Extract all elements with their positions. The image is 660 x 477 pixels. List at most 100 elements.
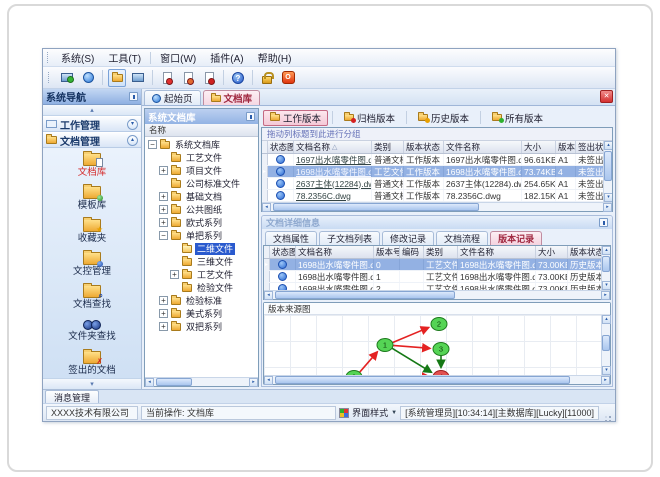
history-version-button[interactable]: 历史版本 xyxy=(411,110,476,126)
scroll-thumb[interactable] xyxy=(602,334,610,352)
version-node[interactable]: 1 xyxy=(376,338,394,352)
vertical-scrollbar[interactable] xyxy=(601,315,611,375)
table-row[interactable]: 1698出水嘴零件图.dwg1工艺文件1698出水嘴零件图.dwg73.00KB… xyxy=(264,271,601,283)
tree-item[interactable]: − 系统文档库 xyxy=(145,138,258,151)
workspace-monitor-icon[interactable] xyxy=(58,69,76,87)
resize-grip[interactable] xyxy=(602,407,612,419)
scroll-down-icon[interactable] xyxy=(602,281,610,290)
expand-icon[interactable]: + xyxy=(170,270,179,279)
column-header[interactable]: 文件名称 xyxy=(444,141,522,153)
column-header[interactable]: 状态图 xyxy=(270,246,296,258)
tree-item[interactable]: + 工艺文件 xyxy=(145,268,258,281)
tree-item[interactable]: + 欧式系列 xyxy=(145,216,258,229)
menu-system[interactable]: 系统(S) xyxy=(54,49,101,66)
interface-style-selector[interactable]: 界面样式 ▼ xyxy=(339,406,397,419)
all-version-button[interactable]: 所有版本 xyxy=(485,110,550,126)
tree-item[interactable]: + 基础文档 xyxy=(145,190,258,203)
tree-item[interactable]: + 公共图纸 xyxy=(145,203,258,216)
pin-icon[interactable] xyxy=(599,218,608,227)
collapse-icon[interactable]: − xyxy=(148,140,157,149)
tab-start-page[interactable]: 起始页 xyxy=(144,90,201,105)
scroll-thumb[interactable] xyxy=(273,203,479,211)
table-row[interactable]: 2637主体(12284).dwg普通文档工作版本2637主体(12284).d… xyxy=(262,178,603,190)
pin-icon[interactable] xyxy=(129,92,138,101)
sidebar-item-doc-search[interactable]: ⌕ 文档查找 xyxy=(43,283,141,316)
vertical-scrollbar[interactable] xyxy=(603,141,612,202)
menu-window[interactable]: 窗口(W) xyxy=(153,49,203,66)
expand-icon[interactable]: + xyxy=(159,309,168,318)
open-folder-icon[interactable] xyxy=(108,68,126,87)
work-version-button[interactable]: 工作版本 xyxy=(263,109,329,126)
column-header[interactable]: 编码 xyxy=(400,246,424,258)
menu-help[interactable]: 帮助(H) xyxy=(251,49,299,66)
sidebar-group-docs[interactable]: 文档管理 xyxy=(43,132,141,148)
column-header[interactable]: 类别 xyxy=(424,246,458,258)
column-header[interactable]: 文档名称 △ xyxy=(294,141,372,153)
revoke-document-icon[interactable] xyxy=(200,69,218,87)
tree-item[interactable]: + 项目文件 xyxy=(145,164,258,177)
column-header[interactable]: 文档名称 xyxy=(296,246,374,258)
tree-item[interactable]: − 单把系列 xyxy=(145,229,258,242)
computer-icon[interactable] xyxy=(129,69,147,87)
chevron-down-icon[interactable] xyxy=(127,118,138,130)
sidebar-item-folder-search[interactable]: 文件夹查找 xyxy=(43,316,141,349)
version-node[interactable]: 2 xyxy=(430,317,448,331)
tree-item[interactable]: 工艺文件 xyxy=(145,151,258,164)
scroll-left-icon[interactable] xyxy=(264,291,273,300)
column-header[interactable]: 大小 xyxy=(522,141,556,153)
message-manager-tab[interactable]: 消息管理 xyxy=(45,390,100,403)
pin-icon[interactable] xyxy=(246,112,255,121)
table-row[interactable]: 78.2356C.dwg普通文档工作版本78.2356C.dwg182.15KB… xyxy=(262,190,603,202)
scroll-left-icon[interactable] xyxy=(264,376,273,385)
column-header[interactable]: 版本号 xyxy=(556,141,576,153)
column-header[interactable]: 版本状态 xyxy=(404,141,444,153)
vertical-scrollbar[interactable] xyxy=(601,246,610,290)
archive-version-button[interactable]: 归档版本 xyxy=(337,110,402,126)
collapse-icon[interactable]: − xyxy=(159,231,168,240)
sidebar-item-checked-out[interactable]: ✗ 签出的文档 xyxy=(43,349,141,378)
expand-icon[interactable]: + xyxy=(159,296,168,305)
scroll-up-icon[interactable] xyxy=(602,246,610,255)
version-node[interactable]: 4 xyxy=(432,370,450,376)
table-row[interactable]: 1697出水嘴零件图.dwg普通文档工作版本1697出水嘴零件图.dwg96.6… xyxy=(262,154,603,166)
column-header[interactable]: 类别 xyxy=(372,141,404,153)
version-node[interactable]: 3 xyxy=(432,342,450,356)
column-header[interactable]: 状态图 xyxy=(268,141,294,153)
power-icon[interactable]: O xyxy=(279,69,297,87)
tree-item[interactable]: + 美式系列 xyxy=(145,307,258,320)
scroll-down-icon[interactable] xyxy=(602,366,611,375)
tree-horizontal-scrollbar[interactable] xyxy=(145,377,258,387)
scroll-right-icon[interactable] xyxy=(249,378,258,387)
column-header[interactable]: 文件名称 xyxy=(458,246,536,258)
scroll-up-icon[interactable] xyxy=(604,141,612,150)
column-header[interactable]: 签出状态 xyxy=(576,141,603,153)
tree-item[interactable]: 检验文件 xyxy=(145,281,258,294)
sidebar-item-favorites[interactable]: ★ 收藏夹 xyxy=(43,217,141,250)
expand-icon[interactable]: + xyxy=(159,166,168,175)
table-row[interactable]: ▸1698出水嘴零件图.dwg工艺文件工作版本1698出水嘴零件图.dwg73.… xyxy=(262,166,603,178)
scroll-right-icon[interactable] xyxy=(603,203,612,212)
scroll-thumb[interactable] xyxy=(275,376,571,384)
sidebar-item-doc-library[interactable]: 文档库 xyxy=(43,151,141,184)
horizontal-scrollbar[interactable] xyxy=(264,375,610,385)
new-document-icon[interactable] xyxy=(158,69,176,87)
tree-item[interactable]: + 检验标准 xyxy=(145,294,258,307)
lock-icon[interactable] xyxy=(258,69,276,87)
globe-icon[interactable] xyxy=(79,69,97,87)
expand-icon[interactable]: + xyxy=(159,205,168,214)
scroll-thumb[interactable] xyxy=(604,151,612,182)
column-header[interactable]: 版本状态 xyxy=(568,246,601,258)
sidebar-scroll-up[interactable] xyxy=(43,105,141,116)
table-row[interactable]: ▸1698出水嘴零件图.dwg0工艺文件1698出水嘴零件图.dwg73.00K… xyxy=(264,259,601,271)
scroll-thumb[interactable] xyxy=(156,378,193,386)
scroll-up-icon[interactable] xyxy=(602,315,611,324)
expand-icon[interactable]: + xyxy=(159,192,168,201)
tab-doc-flow[interactable]: 文档流程 xyxy=(436,231,489,245)
column-header[interactable]: 版本号 xyxy=(374,246,400,258)
expand-icon[interactable]: + xyxy=(159,322,168,331)
scroll-right-icon[interactable] xyxy=(601,291,610,300)
menu-plugins[interactable]: 插件(A) xyxy=(203,49,250,66)
horizontal-scrollbar[interactable] xyxy=(264,290,610,300)
tab-sub-documents[interactable]: 子文档列表 xyxy=(319,231,381,245)
chevron-up-icon[interactable] xyxy=(127,134,138,146)
